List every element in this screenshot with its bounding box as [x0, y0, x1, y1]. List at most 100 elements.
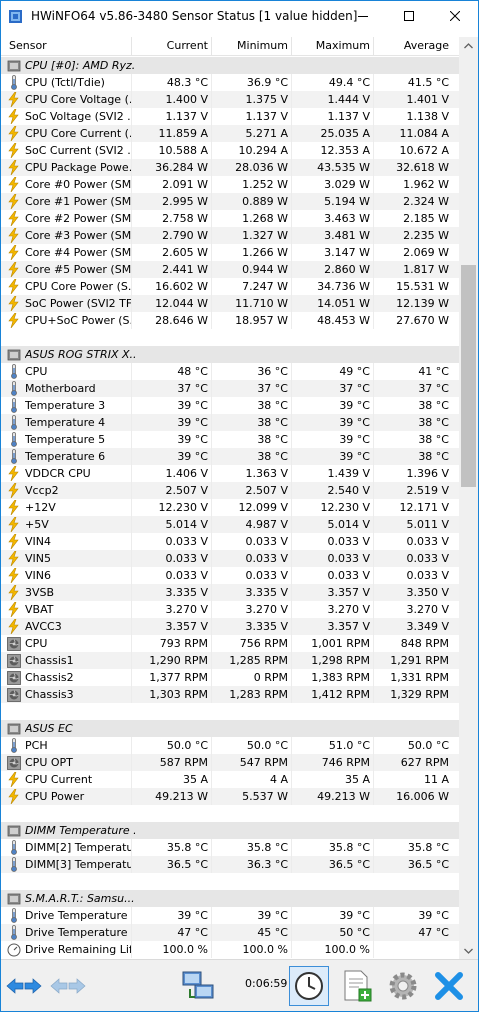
sensor-value-average: 27.670 W: [396, 314, 449, 327]
sensor-row[interactable]: CPU 48 °C 36 °C 49 °C 41 °C: [1, 363, 459, 380]
sensor-row[interactable]: AVCC3 3.357 V 3.335 V 3.357 V 3.349 V: [1, 618, 459, 635]
sensor-row[interactable]: CPU Power 49.213 W 5.537 W 49.213 W 16.006 W: [1, 788, 459, 805]
sensor-row[interactable]: CPU Package Powe... 36.284 W 28.036 W 43.53…: [1, 159, 459, 176]
sensor-row[interactable]: Temperature 4 39 °C 38 °C 39 °C 38 °C: [1, 414, 459, 431]
sensor-value-average: 1,291 RPM: [390, 654, 449, 667]
column-header-maximum[interactable]: Maximum: [291, 39, 370, 52]
sensor-row[interactable]: Drive Temperature 2 47 °C 45 °C 50 °C 47 °C: [1, 924, 459, 941]
thermometer-icon: [11, 857, 17, 872]
column-divider: [131, 907, 132, 924]
sensor-row[interactable]: CPU (Tctl/Tdie) 48.3 °C 36.9 °C 49.4 °C 41.5…: [1, 74, 459, 91]
column-header-sensor[interactable]: Sensor: [9, 39, 47, 52]
title-bar[interactable]: HWiNFO64 v5.86-3480 Sensor Status [1 val…: [1, 1, 478, 31]
sensor-value-maximum: 43.535 W: [317, 161, 370, 174]
sensor-row[interactable]: VDDCR CPU 1.406 V 1.363 V 1.439 V 1.396 V: [1, 465, 459, 482]
sensor-value-current: 0.033 V: [165, 552, 208, 565]
sensor-row[interactable]: +5V 5.014 V 4.987 V 5.014 V 5.011 V: [1, 516, 459, 533]
network-button[interactable]: [177, 966, 219, 1006]
sensor-value-maximum: 3.029 W: [324, 178, 370, 191]
column-divider: [211, 397, 212, 414]
sensor-value-maximum: 39 °C: [339, 399, 370, 412]
vertical-scrollbar[interactable]: [459, 37, 478, 959]
sensor-row[interactable]: Core #4 Power (SMU) 2.605 W 1.266 W 3.147 W…: [1, 244, 459, 261]
arrows-left-right-button[interactable]: [3, 966, 45, 1006]
sensor-row[interactable]: VIN5 0.033 V 0.033 V 0.033 V 0.033 V: [1, 550, 459, 567]
scrollbar-thumb[interactable]: [461, 265, 476, 487]
sensor-group-row[interactable]: DIMM Temperature ...: [1, 822, 459, 839]
clock-button[interactable]: [289, 966, 329, 1006]
sensor-row[interactable]: DIMM[3] Temperature 36.5 °C 36.3 °C 36.5 °C…: [1, 856, 459, 873]
sensor-row[interactable]: 3VSB 3.335 V 3.335 V 3.357 V 3.350 V: [1, 584, 459, 601]
sensor-group-row[interactable]: ASUS EC: [1, 720, 459, 737]
sensor-name: Core #2 Power (SMU): [25, 212, 131, 225]
column-header-average[interactable]: Average: [373, 39, 449, 52]
sensor-row[interactable]: +12V 12.230 V 12.099 V 12.230 V 12.171 V: [1, 499, 459, 516]
sensor-value-average: 3.270 V: [406, 603, 449, 616]
sensor-row[interactable]: PCH 50.0 °C 50.0 °C 51.0 °C 50.0 °C: [1, 737, 459, 754]
arrows-left-right-disabled-button[interactable]: [47, 966, 89, 1006]
settings-button[interactable]: [383, 966, 423, 1006]
column-divider: [131, 771, 132, 788]
sensor-group-row[interactable]: CPU [#0]: AMD Ryz...: [1, 57, 459, 74]
sensor-row[interactable]: DIMM[2] Temperature 35.8 °C 35.8 °C 35.8 °C…: [1, 839, 459, 856]
sensor-row[interactable]: Temperature 3 39 °C 38 °C 39 °C 38 °C: [1, 397, 459, 414]
sensor-value-minimum: 28.036 W: [235, 161, 288, 174]
column-divider: [373, 941, 374, 958]
sensor-row[interactable]: Drive Temperature 39 °C 39 °C 39 °C 39 °C: [1, 907, 459, 924]
sensor-row[interactable]: Chassis2 1,377 RPM 0 RPM 1,383 RPM 1,331 RPM: [1, 669, 459, 686]
close-sensors-button[interactable]: [429, 966, 469, 1006]
close-window-button[interactable]: [432, 1, 478, 31]
sensor-row[interactable]: VBAT 3.270 V 3.270 V 3.270 V 3.270 V: [1, 601, 459, 618]
sensor-value-current: 10.588 A: [158, 144, 208, 157]
sensor-row[interactable]: Core #1 Power (SMU) 2.995 W 0.889 W 5.194 W…: [1, 193, 459, 210]
sensor-row[interactable]: Chassis1 1,290 RPM 1,285 RPM 1,298 RPM 1,291…: [1, 652, 459, 669]
sensor-row[interactable]: Motherboard 37 °C 37 °C 37 °C 37 °C: [1, 380, 459, 397]
column-divider: [131, 924, 132, 941]
sensor-row[interactable]: SoC Power (SVI2 TFN) 12.044 W 11.710 W 14.0…: [1, 295, 459, 312]
report-button[interactable]: [337, 966, 377, 1006]
maximize-icon: [404, 11, 414, 21]
sensor-row[interactable]: Temperature 6 39 °C 38 °C 39 °C 38 °C: [1, 448, 459, 465]
sensor-row[interactable]: Temperature 5 39 °C 38 °C 39 °C 38 °C: [1, 431, 459, 448]
sensor-row[interactable]: SoC Current (SVI2 ... 10.588 A 10.294 A 12.…: [1, 142, 459, 159]
sensor-row[interactable]: Core #2 Power (SMU) 2.758 W 1.268 W 3.463 W…: [1, 210, 459, 227]
column-divider: [211, 669, 212, 686]
sensor-row[interactable]: Core #3 Power (SMU) 2.790 W 1.327 W 3.481 W…: [1, 227, 459, 244]
sensor-row[interactable]: SoC Voltage (SVI2 ... 1.137 V 1.137 V 1.137…: [1, 108, 459, 125]
minimize-button[interactable]: [340, 1, 386, 31]
sensor-group-row[interactable]: ASUS ROG STRIX X...: [1, 346, 459, 363]
sensor-row[interactable]: VIN4 0.033 V 0.033 V 0.033 V 0.033 V: [1, 533, 459, 550]
sensor-row[interactable]: CPU OPT 587 RPM 547 RPM 746 RPM 627 RPM: [1, 754, 459, 771]
sensor-row[interactable]: Chassis3 1,303 RPM 1,283 RPM 1,412 RPM 1,329…: [1, 686, 459, 703]
scroll-up-button[interactable]: [459, 37, 478, 54]
sensor-group-row[interactable]: S.M.A.R.T.: Samsu...: [1, 890, 459, 907]
sensor-value-maximum: 25.035 A: [320, 127, 370, 140]
sensor-value-minimum: 1.268 W: [242, 212, 288, 225]
sensor-table[interactable]: CPU [#0]: AMD Ryz... CPU (Tctl/Tdie) 48.3 …: [1, 57, 459, 961]
sensor-row[interactable]: CPU 793 RPM 756 RPM 1,001 RPM 848 RPM: [1, 635, 459, 652]
sensor-row[interactable]: CPU Core Current (... 11.859 A 5.271 A 25.0…: [1, 125, 459, 142]
sensor-row[interactable]: VIN6 0.033 V 0.033 V 0.033 V 0.033 V: [1, 567, 459, 584]
column-divider: [373, 295, 374, 312]
sensor-row[interactable]: CPU Core Voltage (... 1.400 V 1.375 V 1.444…: [1, 91, 459, 108]
sensor-row[interactable]: Drive Remaining Life 100.0 % 100.0 % 100.0 …: [1, 941, 459, 958]
sensor-row[interactable]: Vccp2 2.507 V 2.507 V 2.540 V 2.519 V: [1, 482, 459, 499]
maximize-button[interactable]: [386, 1, 432, 31]
sensor-row[interactable]: CPU Current 35 A 4 A 35 A 11 A: [1, 771, 459, 788]
lightning-icon: [8, 211, 19, 226]
thermometer-icon: [11, 925, 17, 940]
sensor-row[interactable]: Core #0 Power (SMU) 2.091 W 1.252 W 3.029 W…: [1, 176, 459, 193]
sensor-name: Core #0 Power (SMU): [25, 178, 131, 191]
scroll-down-button[interactable]: [459, 942, 478, 959]
sensor-value-maximum: 1,412 RPM: [311, 688, 370, 701]
sensor-name: AVCC3: [25, 620, 62, 633]
column-divider: [373, 771, 374, 788]
sensor-value-maximum: 49 °C: [339, 365, 370, 378]
sensor-row[interactable]: Core #5 Power (SMU) 2.441 W 0.944 W 2.860 W…: [1, 261, 459, 278]
sensor-value-maximum: 39 °C: [339, 433, 370, 446]
sensor-name: SoC Voltage (SVI2 ...: [25, 110, 131, 123]
sensor-row[interactable]: CPU+SoC Power (S... 28.646 W 18.957 W 48.45…: [1, 312, 459, 329]
sensor-row[interactable]: CPU Core Power (S... 16.602 W 7.247 W 34.73…: [1, 278, 459, 295]
column-header-current[interactable]: Current: [133, 39, 208, 52]
column-header-minimum[interactable]: Minimum: [211, 39, 288, 52]
